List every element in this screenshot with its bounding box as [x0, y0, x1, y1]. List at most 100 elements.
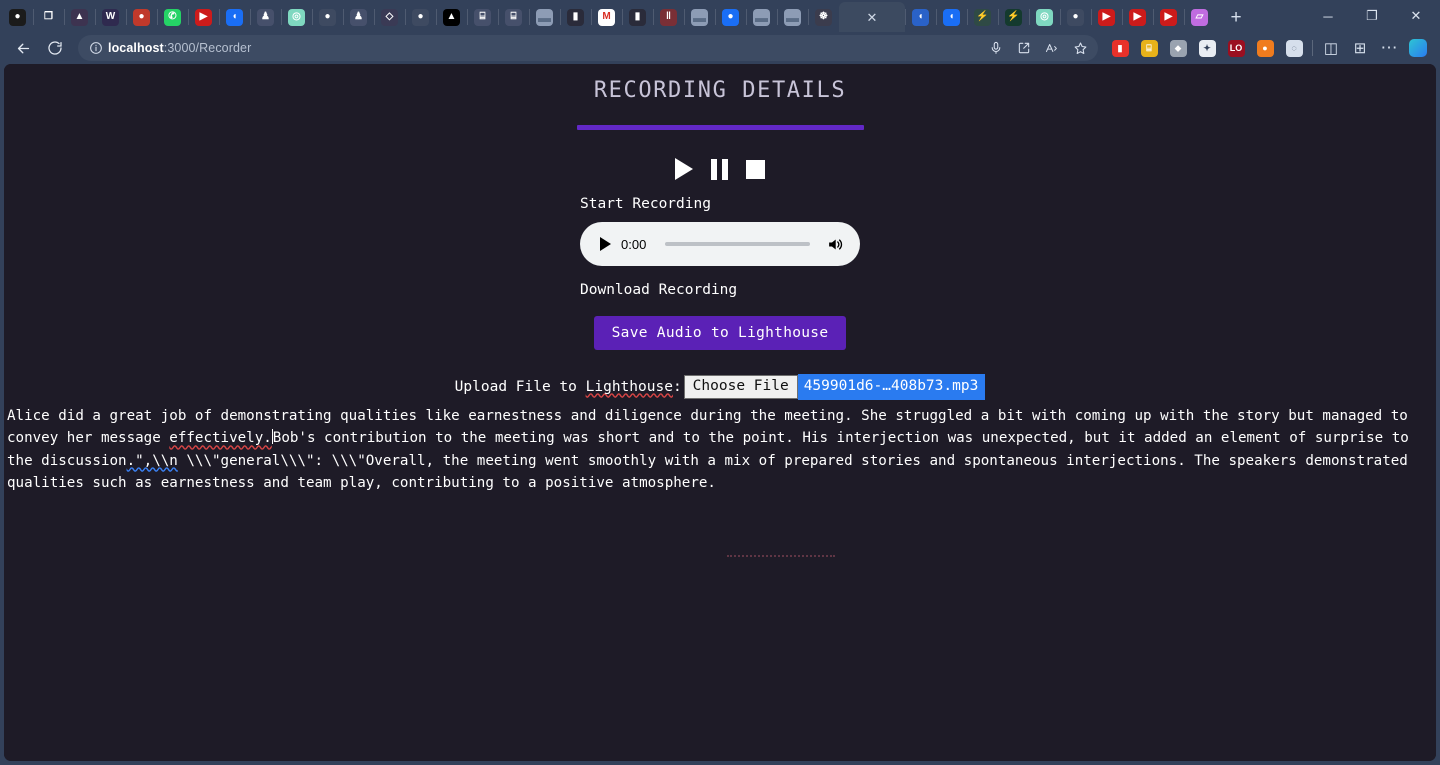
tab-whatsapp[interactable]: ✆	[157, 2, 188, 32]
window-close-button[interactable]: ✕	[1394, 0, 1438, 32]
tab-github-1[interactable]: ●	[312, 2, 343, 32]
settings-more-icon[interactable]: ⋯	[1375, 35, 1403, 61]
back-icon[interactable]	[8, 35, 38, 61]
tab-github-3[interactable]: ●	[1060, 2, 1091, 32]
tab-github-2[interactable]: ●	[405, 2, 436, 32]
tab-folder-4[interactable]: ▬	[777, 2, 808, 32]
upload-label-lighthouse: Lighthouse	[585, 378, 673, 395]
tab-w-logo[interactable]: W	[95, 2, 126, 32]
tab-bear-app[interactable]: ●	[2, 2, 33, 32]
document-icon: ⌸	[505, 8, 522, 26]
audio-play-icon[interactable]	[600, 237, 611, 251]
window-minimize-button[interactable]: ─	[1306, 0, 1350, 32]
choose-file-button[interactable]: Choose File	[683, 375, 798, 399]
extension-fox[interactable]: ●	[1251, 35, 1279, 61]
audio-progress-slider[interactable]	[665, 242, 810, 246]
pause-button[interactable]	[711, 158, 728, 180]
tab-layers[interactable]: ❐	[33, 2, 64, 32]
extension-yellow-box[interactable]: ⌸	[1135, 35, 1163, 61]
tab-notion[interactable]: ‖	[653, 2, 684, 32]
transcript-text[interactable]: Alice did a great job of demonstrating q…	[4, 405, 1436, 495]
download-recording-label[interactable]: Download Recording	[580, 282, 860, 298]
transcript-grammar-issue: .",\\n	[126, 452, 178, 469]
tab-folder-2[interactable]: ▬	[684, 2, 715, 32]
tab-recorder[interactable]: ✕	[839, 2, 905, 32]
tab-close-icon[interactable]: ✕	[867, 11, 878, 24]
audio-player[interactable]: 0:00	[580, 222, 860, 266]
blue-drop-icon: ◖	[912, 8, 929, 26]
address-bar-actions	[982, 35, 1094, 61]
pause-icon	[711, 158, 728, 180]
save-audio-to-lighthouse-button[interactable]: Save Audio to Lighthouse	[593, 316, 847, 350]
record-icon: ●	[133, 8, 150, 26]
toolbar-divider	[1312, 40, 1313, 56]
tab-purple-panel[interactable]: ▱	[1184, 2, 1215, 32]
extension-ghost[interactable]: ◌	[1280, 35, 1308, 61]
extension-red-pill-glyph: ▮	[1111, 39, 1129, 57]
tab-teal-swirl[interactable]: ◎	[1029, 2, 1060, 32]
url-text: localhost:3000/Recorder	[108, 41, 251, 55]
play-icon	[675, 158, 693, 180]
upload-label-prefix: Upload File to	[454, 378, 586, 395]
extension-white-card[interactable]: ✦	[1193, 35, 1221, 61]
recorder-page: RECORDING DETAILS Start Recording 0:00 D…	[4, 64, 1436, 761]
tab-blue-drop-2[interactable]: ◖	[905, 2, 936, 32]
tab-youtube-2[interactable]: ▶	[1091, 2, 1122, 32]
extension-grey-pin[interactable]: ⬥	[1164, 35, 1192, 61]
panel-icon: ▱	[1191, 8, 1208, 26]
github-icon: ●	[412, 8, 429, 26]
tab-bolt-1[interactable]: ⚡	[967, 2, 998, 32]
tab-youtube-3[interactable]: ▶	[1122, 2, 1153, 32]
youtube-icon: ▶	[195, 8, 212, 26]
volume-icon[interactable]	[824, 234, 846, 254]
reload-icon[interactable]	[40, 35, 70, 61]
extension-white-card-glyph: ✦	[1198, 39, 1216, 57]
tab-lighthouse-1[interactable]: ♟	[250, 2, 281, 32]
copilot-icon[interactable]	[1404, 35, 1432, 61]
microphone-icon[interactable]	[982, 36, 1010, 60]
favorite-star-icon[interactable]	[1066, 36, 1094, 60]
tab-dark-person-2[interactable]: ▮	[622, 2, 653, 32]
tab-globe-dark[interactable]: ☸	[808, 2, 839, 32]
site-info-icon[interactable]	[84, 38, 108, 58]
tab-folder-1[interactable]: ▬	[529, 2, 560, 32]
tab-youtube-4[interactable]: ▶	[1153, 2, 1184, 32]
tab-blue-drop[interactable]: ◖	[219, 2, 250, 32]
dotted-separator	[727, 555, 835, 557]
tab-doc-1[interactable]: ⌸	[467, 2, 498, 32]
split-screen-icon-glyph: ◫	[1323, 40, 1339, 57]
extension-ghost-glyph: ◌	[1285, 39, 1303, 57]
collections-icon[interactable]: ⊞	[1346, 35, 1374, 61]
start-recording-label: Start Recording	[580, 196, 711, 212]
tab-record[interactable]: ●	[126, 2, 157, 32]
tab-teal-fingerprint[interactable]: ◎	[281, 2, 312, 32]
audio-current-time: 0:00	[621, 236, 647, 252]
tab-purple-flame[interactable]: ▲	[64, 2, 95, 32]
tab-blue-drop-3[interactable]: ◖	[936, 2, 967, 32]
tab-folder-3[interactable]: ▬	[746, 2, 777, 32]
selected-file-name[interactable]: 459901d6-…408b73.mp3	[797, 374, 986, 400]
tab-bolt-2[interactable]: ⚡	[998, 2, 1029, 32]
new-tab-button[interactable]: +	[1221, 4, 1251, 32]
extension-toolbar: ▮ ⌸ ⬥ ✦ LO ● ◌ ◫ ⊞ ⋯	[1106, 35, 1432, 61]
split-screen-icon[interactable]: ◫	[1317, 35, 1345, 61]
read-aloud-icon[interactable]	[1038, 36, 1066, 60]
tab-vercel[interactable]: ▲	[436, 2, 467, 32]
extension-red-pill[interactable]: ▮	[1106, 35, 1134, 61]
tab-youtube[interactable]: ▶	[188, 2, 219, 32]
tab-gmail[interactable]: M	[591, 2, 622, 32]
tab-doc-2[interactable]: ⌸	[498, 2, 529, 32]
stop-button[interactable]	[746, 159, 765, 179]
share-icon[interactable]	[1010, 36, 1038, 60]
tab-dark-person[interactable]: ▮	[560, 2, 591, 32]
tab-blue-circle[interactable]: ●	[715, 2, 746, 32]
notion-icon: ‖	[660, 8, 677, 26]
tab-ethereum[interactable]: ◇	[374, 2, 405, 32]
extension-yellow-box-glyph: ⌸	[1140, 39, 1158, 57]
address-bar[interactable]: localhost:3000/Recorder	[78, 35, 1098, 61]
play-button[interactable]	[675, 158, 693, 180]
transport-controls	[4, 158, 1436, 180]
extension-lo-badge[interactable]: LO	[1222, 35, 1250, 61]
tab-lighthouse-2[interactable]: ♟	[343, 2, 374, 32]
window-maximize-button[interactable]: ❐	[1350, 0, 1394, 32]
